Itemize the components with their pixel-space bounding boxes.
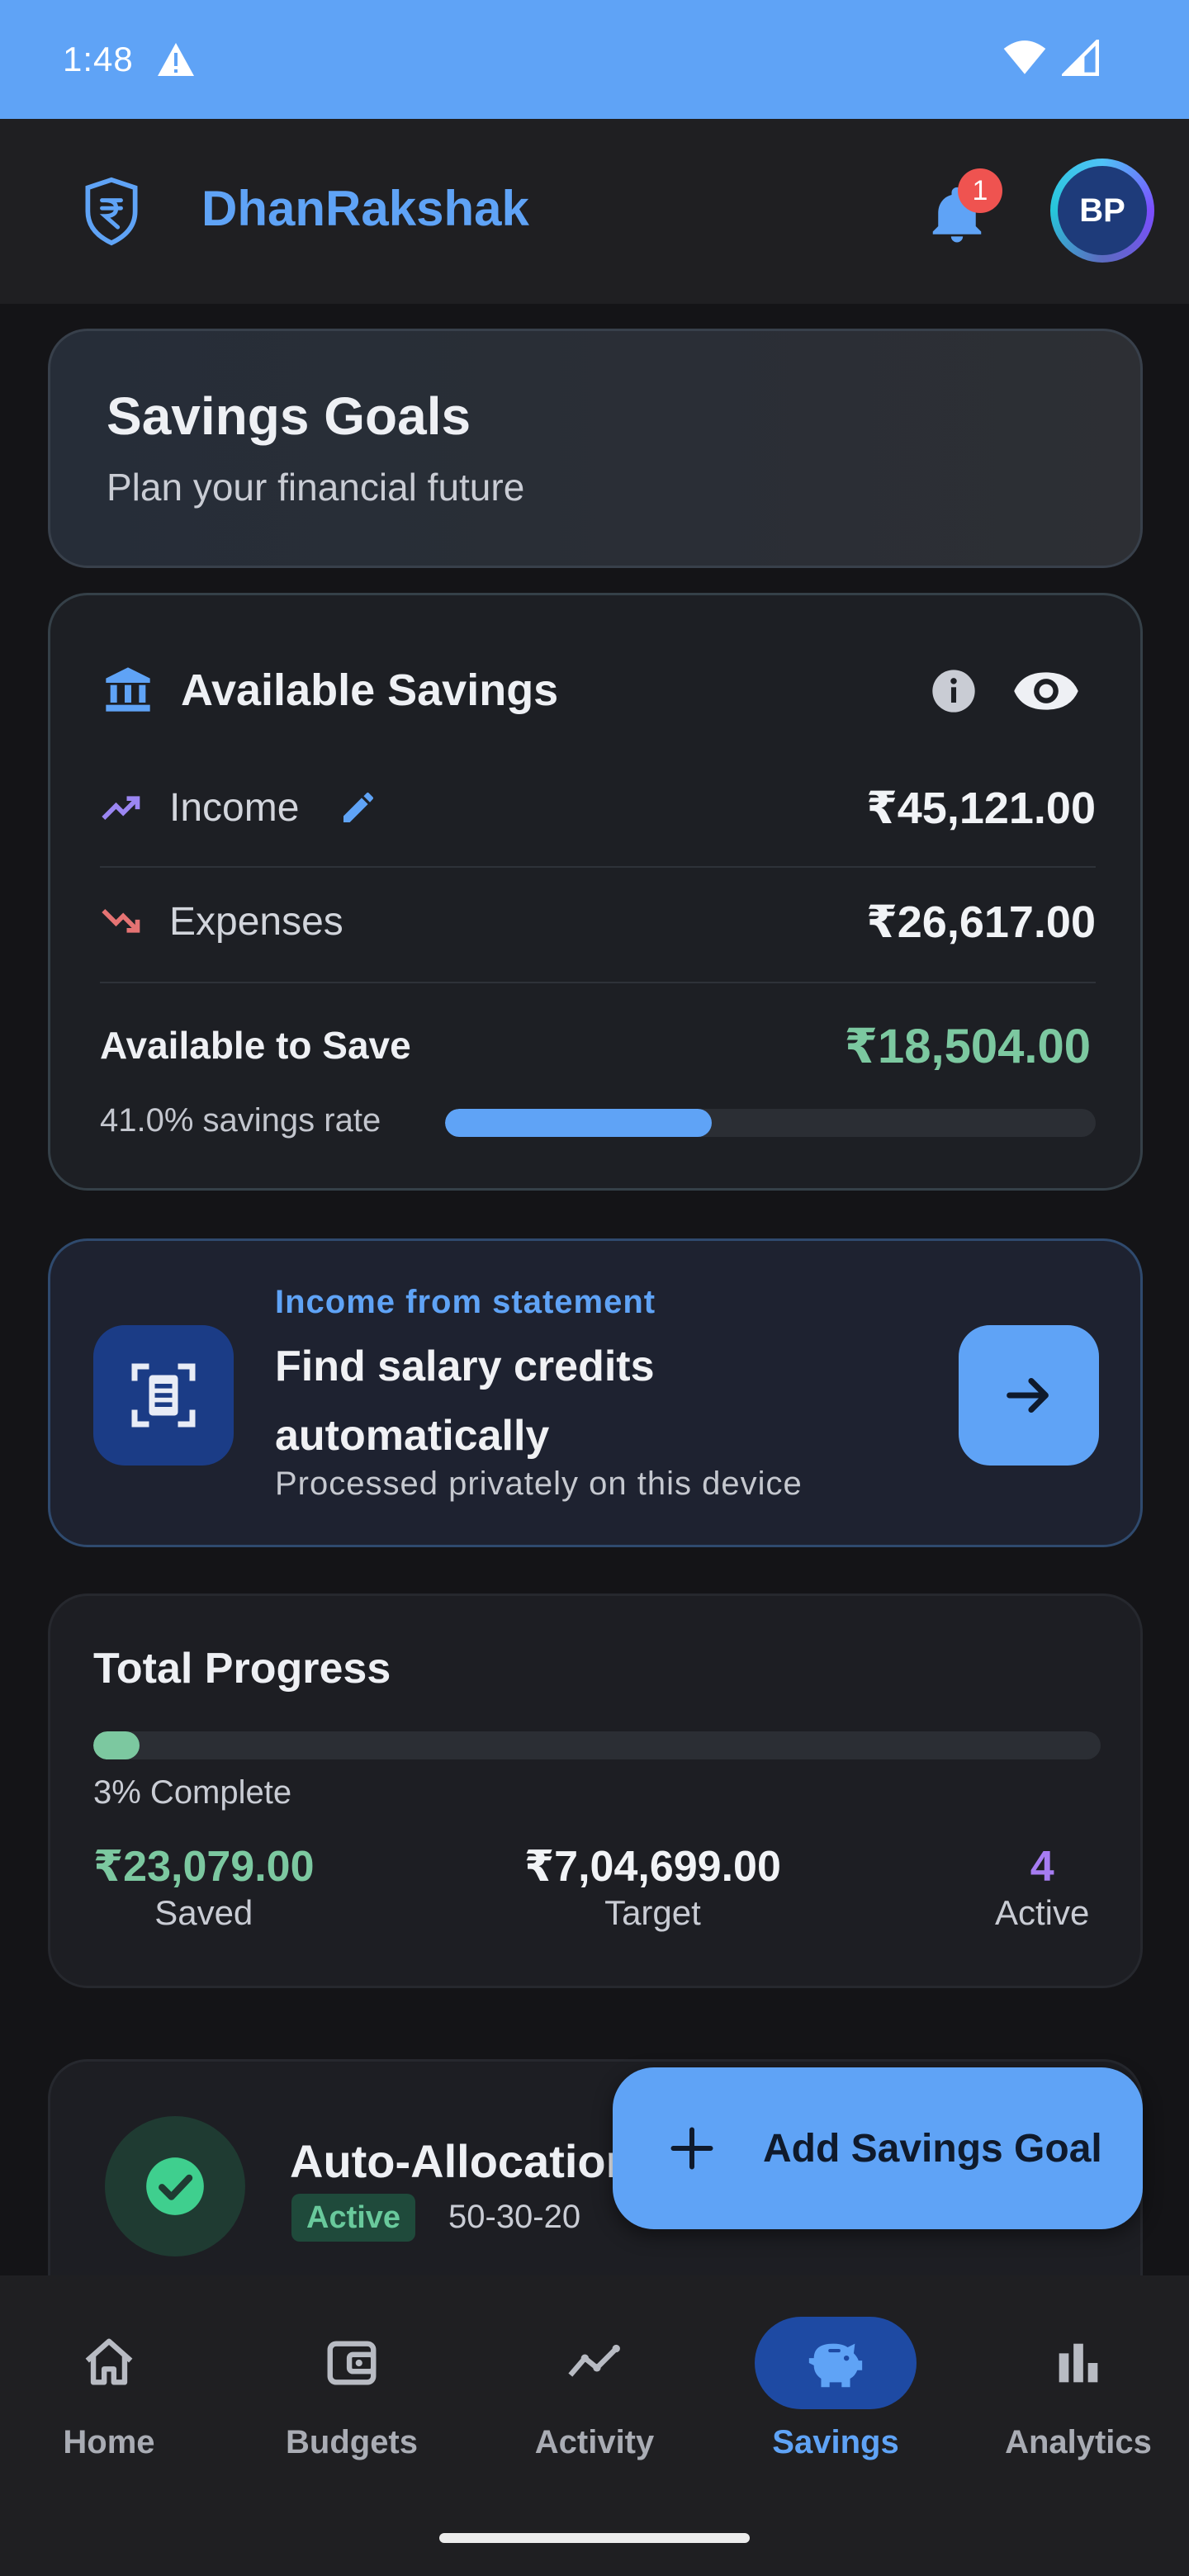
statement-kicker: Income from statement [275,1284,656,1320]
brand-title: DhanRakshak [201,181,529,236]
available-savings-title: Available Savings [181,665,559,715]
total-progress-bar [93,1731,1101,1759]
nav-item-budgets[interactable]: Budgets [233,2317,471,2461]
statement-subtext: Processed privately on this device [275,1466,803,1502]
total-progress-title: Total Progress [93,1645,391,1693]
income-from-statement-card[interactable]: Income from statement Find salary credit… [48,1238,1143,1547]
wallet-icon [271,2317,433,2409]
active-stat: 4 Active [995,1842,1089,1933]
saved-stat: ₹23,079.00 Saved [93,1842,315,1933]
arrow-right-icon [1007,1378,1049,1413]
bank-icon [102,663,154,716]
available-to-save-value: ₹18,504.00 [844,1020,1091,1073]
home-indicator[interactable] [439,2533,750,2543]
total-progress-bar-fill [93,1731,140,1759]
statement-headline: Find salary credits automatically [275,1342,655,1460]
auto-allocation-title: Auto-Allocation [290,2135,634,2187]
available-savings-card: Available Savings Income ₹45,121.00 Expe… [48,593,1143,1191]
document-scan-icon [93,1325,234,1466]
nav-label: Budgets [286,2424,418,2460]
avatar[interactable]: BP [1050,159,1154,263]
saved-value: ₹23,079.00 [93,1843,315,1891]
active-value: 4 [1030,1843,1054,1891]
warning-icon [155,41,197,78]
expenses-label: Expenses [169,899,343,944]
status-bar: 1:48 [0,0,1189,119]
available-to-save-label: Available to Save [100,1024,411,1067]
allocation-rule: 50-30-20 [448,2199,581,2235]
trending-down-icon [100,900,143,943]
trending-up-icon [100,786,143,829]
nav-label: Activity [534,2424,655,2460]
nav-item-activity[interactable]: Activity [476,2317,713,2461]
income-row: Income ₹45,121.00 [100,754,1096,861]
eye-icon[interactable] [1011,663,1081,719]
bar-chart-icon [997,2317,1159,2409]
wifi-icon [1002,40,1047,80]
piggy-bank-icon [755,2317,917,2409]
app-header: DhanRakshak 1 BP [0,119,1189,304]
nav-item-savings[interactable]: Savings [717,2317,955,2461]
activity-icon [514,2317,675,2409]
saved-label: Saved [154,1893,253,1932]
bottom-navigation: Home Budgets Activity Savings Analytics [0,2275,1189,2576]
edit-pencil-icon[interactable] [339,788,378,827]
home-icon [28,2317,190,2409]
total-progress-card: Total Progress 3% Complete ₹23,079.00 Sa… [48,1593,1143,1988]
arrow-right-button[interactable] [959,1325,1099,1466]
add-savings-goal-button[interactable]: Add Savings Goal [613,2067,1143,2229]
status-time: 1:48 [63,40,134,78]
savings-rate-bar [445,1109,1096,1137]
page-subtitle: Plan your financial future [107,466,525,509]
target-stat: ₹7,04,699.00 Target [524,1842,781,1933]
avatar-initials: BP [1058,166,1147,255]
page-title: Savings Goals [107,386,471,446]
income-label: Income [169,785,300,830]
info-icon[interactable] [931,668,977,714]
nav-label: Home [63,2424,155,2460]
savings-goals-hero: Savings Goals Plan your financial future [48,329,1143,568]
divider [100,982,1096,983]
notification-badge: 1 [958,168,1002,213]
target-label: Target [604,1893,701,1932]
shield-rupee-logo-icon[interactable] [83,177,140,246]
expenses-row: Expenses ₹26,617.00 [100,868,1096,975]
savings-rate-bar-fill [445,1109,713,1137]
nav-label: Savings [772,2424,899,2460]
total-progress-percent: 3% Complete [93,1774,292,1811]
add-savings-goal-label: Add Savings Goal [763,2126,1102,2171]
expenses-value: ₹26,617.00 [866,897,1096,947]
savings-rate-text: 41.0% savings rate [100,1102,381,1139]
check-circle-icon [105,2116,245,2256]
target-value: ₹7,04,699.00 [524,1843,781,1891]
plus-icon [667,2124,717,2173]
nav-item-home[interactable]: Home [0,2317,228,2461]
active-label: Active [995,1893,1090,1932]
nav-item-analytics[interactable]: Analytics [959,2317,1189,2461]
income-value: ₹45,121.00 [866,783,1096,833]
nav-label: Analytics [1005,2424,1152,2460]
status-badge: Active [291,2194,416,2242]
signal-icon [1059,36,1100,80]
